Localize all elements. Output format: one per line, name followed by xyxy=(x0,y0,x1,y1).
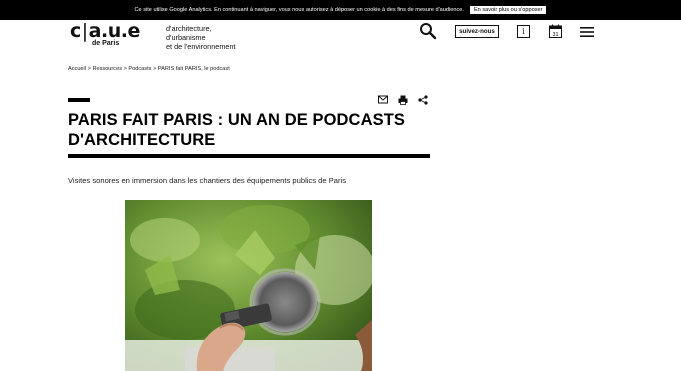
email-icon[interactable] xyxy=(378,95,388,104)
info-icon[interactable]: i xyxy=(517,25,530,38)
breadcrumb-item-home[interactable]: Accueil xyxy=(68,66,86,72)
cookie-message: Ce site utilise Google Analytics. En con… xyxy=(134,7,464,13)
title-divider xyxy=(68,154,430,158)
svg-text:31: 31 xyxy=(552,32,558,38)
breadcrumb: Accueil > Ressources > Podcasts > PARIS … xyxy=(68,66,230,72)
cookie-more-button[interactable]: En savoir plus ou s'opposer xyxy=(469,6,547,14)
cookie-banner: Ce site utilise Google Analytics. En con… xyxy=(0,0,681,20)
microphone-photo-illustration xyxy=(125,200,372,371)
page-title: PARIS FAIT PARIS : UN AN DE PODCASTS D'A… xyxy=(68,111,405,149)
menu-icon[interactable] xyxy=(580,27,594,37)
breadcrumb-separator: > xyxy=(152,66,157,72)
follow-us-button[interactable]: suivez-nous xyxy=(455,25,499,38)
breadcrumb-separator: > xyxy=(123,66,127,72)
breadcrumb-item-current: PARIS fait PARIS, le podcast xyxy=(157,66,230,72)
calendar-icon[interactable]: 31 xyxy=(549,24,562,38)
article-photo xyxy=(125,200,372,371)
breadcrumb-separator: > xyxy=(87,66,91,72)
breadcrumb-item-podcasts[interactable]: Podcasts xyxy=(128,66,151,72)
breadcrumb-item-resources[interactable]: Ressources xyxy=(92,66,122,72)
site-tagline: d'architecture, d'urbanisme et de l'envi… xyxy=(166,24,236,52)
site-logo[interactable]: c|a.u.e de Paris xyxy=(70,20,140,47)
search-icon[interactable] xyxy=(419,22,437,40)
print-icon[interactable] xyxy=(398,95,408,105)
logo-wordmark: c|a.u.e xyxy=(70,20,140,42)
article-subtitle: Visites sonores en immersion dans les ch… xyxy=(68,176,347,185)
title-accent-bar xyxy=(68,98,90,102)
share-icon[interactable] xyxy=(418,95,428,105)
